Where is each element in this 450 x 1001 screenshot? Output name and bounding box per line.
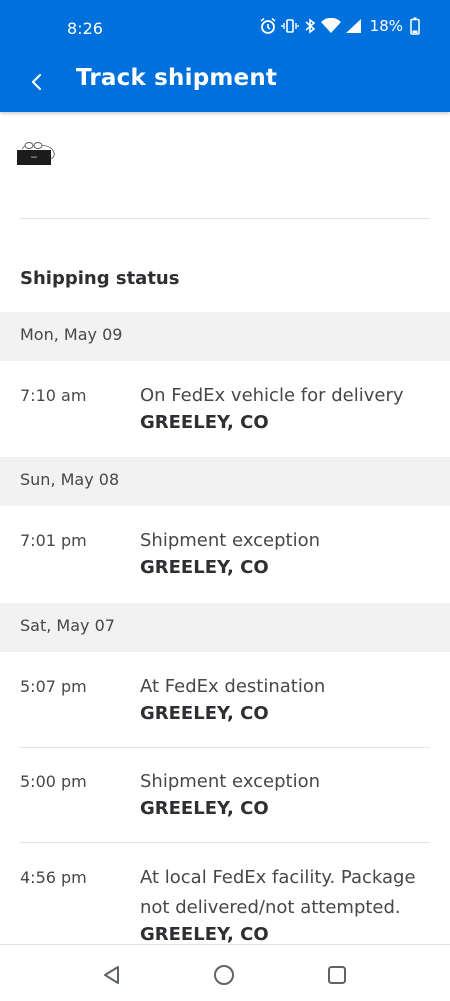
date-label: Sat, May 07 (20, 616, 115, 635)
event-details: On FedEx vehicle for delivery GREELEY, C… (140, 381, 430, 435)
event-description: At local FedEx facility. Package not del… (140, 867, 416, 918)
recents-square-icon (328, 966, 346, 984)
back-triangle-icon (104, 966, 119, 984)
status-bar: 8:26 18% (0, 0, 450, 57)
battery-icon (410, 17, 420, 35)
system-nav-bar (0, 944, 450, 1001)
divider (20, 218, 430, 219)
event-time: 5:00 pm (20, 772, 87, 791)
event-details: At local FedEx facility. Package not del… (140, 863, 430, 947)
bluetooth-icon (305, 18, 315, 34)
alarm-icon (260, 17, 276, 34)
event-details: Shipment exception GREELEY, CO (140, 767, 430, 821)
event-description: On FedEx vehicle for delivery (140, 385, 404, 406)
date-header: Sat, May 07 (0, 603, 450, 652)
battery-percent: 18% (369, 17, 403, 35)
date-header: Mon, May 09 (0, 312, 450, 361)
chevron-left-icon (31, 73, 42, 91)
event-location: GREELEY, CO (140, 703, 269, 724)
event-description: Shipment exception (140, 771, 321, 792)
event-details: Shipment exception GREELEY, CO (140, 526, 430, 580)
event-details: At FedEx destination GREELEY, CO (140, 672, 430, 726)
event-location: GREELEY, CO (140, 557, 269, 578)
date-label: Sun, May 08 (20, 470, 120, 489)
event-time: 7:10 am (20, 386, 87, 405)
date-label: Mon, May 09 (20, 325, 123, 344)
nav-recents-button[interactable] (325, 963, 349, 987)
wifi-icon (320, 18, 341, 33)
back-button[interactable] (22, 67, 52, 97)
nav-home-button[interactable] (212, 963, 236, 987)
home-circle-icon (214, 965, 234, 985)
event-location: GREELEY, CO (140, 798, 269, 819)
event-location: GREELEY, CO (140, 412, 269, 433)
signal-icon (345, 19, 361, 33)
date-header: Sun, May 08 (0, 457, 450, 506)
vibrate-icon (280, 19, 299, 33)
event-time: 7:01 pm (20, 531, 87, 550)
app-bar: Track shipment (0, 57, 450, 112)
event-description: At FedEx destination (140, 676, 326, 697)
product-image (17, 142, 55, 165)
page-title: Track shipment (76, 65, 278, 91)
event-time: 5:07 pm (20, 677, 87, 696)
divider (20, 747, 430, 748)
event-description: Shipment exception (140, 530, 321, 551)
product-thumbnail[interactable] (17, 141, 57, 167)
nav-back-button[interactable] (100, 963, 124, 987)
status-icons: 18% (259, 17, 420, 35)
shipping-status-heading: Shipping status (20, 268, 180, 289)
divider (20, 842, 430, 843)
status-time: 8:26 (67, 19, 103, 38)
event-time: 4:56 pm (20, 868, 87, 887)
